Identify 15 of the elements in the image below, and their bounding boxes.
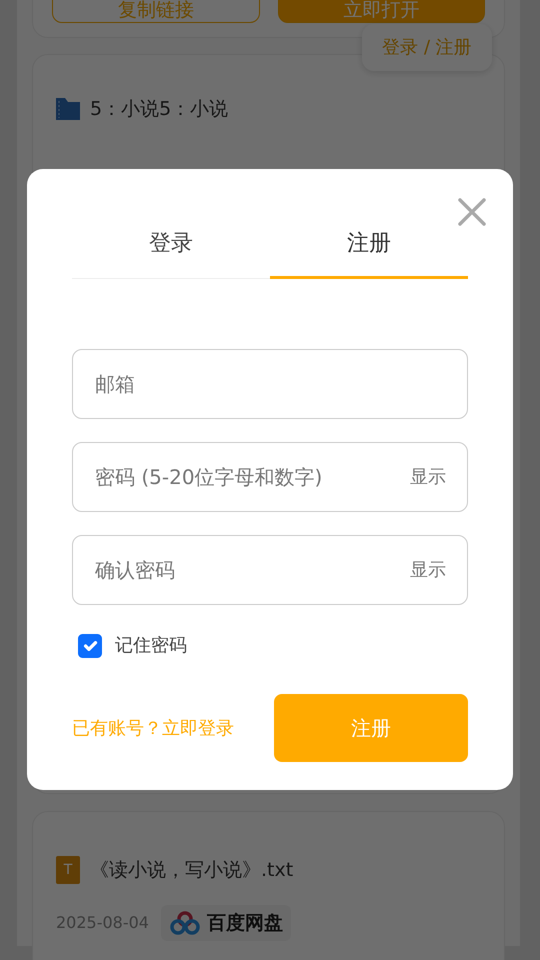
input-field[interactable]: 邮箱 xyxy=(72,349,468,419)
tab[interactable]: 登录 xyxy=(72,215,270,279)
checkbox[interactable] xyxy=(78,634,102,658)
file-icon: T xyxy=(56,856,80,884)
show-password-button[interactable]: 显示 xyxy=(410,464,446,490)
register-button[interactable]: 注册 xyxy=(274,694,468,762)
file-name[interactable]: 5：小说5：小说 xyxy=(90,95,228,124)
close-button[interactable] xyxy=(457,197,487,227)
checkbox-label: 记住密码 xyxy=(115,634,187,658)
tab[interactable]: 注册 xyxy=(270,215,468,279)
file-name[interactable]: 《读小说，写小说》.txt xyxy=(90,856,294,884)
show-password-button[interactable]: 显示 xyxy=(410,556,446,584)
source-badge: 百度网盘 xyxy=(160,904,291,941)
folder-icon xyxy=(56,98,80,120)
login-link[interactable]: 已有账号？立即登录 xyxy=(72,714,234,742)
